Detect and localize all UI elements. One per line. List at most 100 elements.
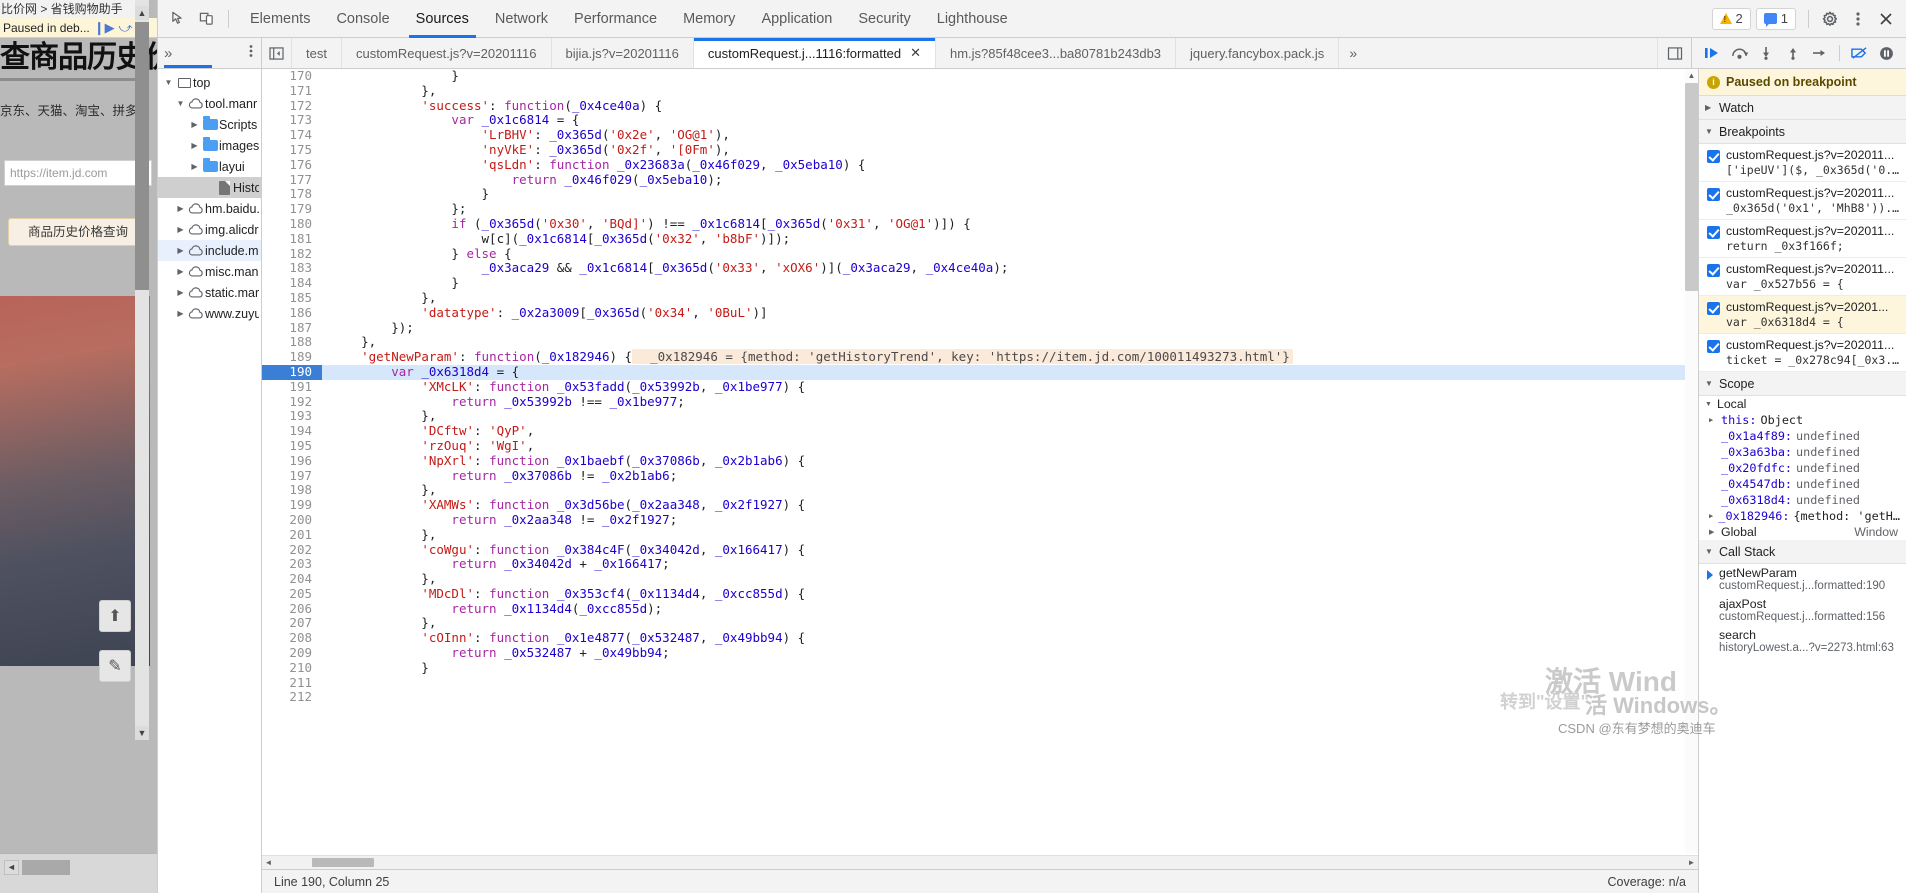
line-number[interactable]: 207	[262, 616, 322, 632]
close-tab-icon[interactable]: ✕	[910, 45, 921, 61]
chevron-right-icon[interactable]: ▶	[1709, 512, 1714, 520]
twisty-closed-icon[interactable]	[174, 225, 187, 234]
code-line[interactable]: 202 'coWgu': function _0x384c4F(_0x34042…	[262, 542, 1698, 558]
file-tab-test[interactable]: test	[292, 38, 342, 68]
code-line[interactable]: 212	[262, 690, 1698, 706]
code-line[interactable]: 196 'NpXrl': function _0x1baebf(_0x37086…	[262, 453, 1698, 469]
inspect-element-icon[interactable]	[164, 6, 192, 32]
tab-network[interactable]: Network	[482, 0, 561, 38]
twisty-closed-icon[interactable]	[188, 162, 201, 171]
scope-section-header[interactable]: ▼ Scope	[1699, 372, 1906, 396]
breakpoint-checkbox[interactable]	[1707, 264, 1720, 277]
code-line[interactable]: 176 'qsLdn': function _0x23683a(_0x46f02…	[262, 157, 1698, 173]
warning-count-badge[interactable]: 2	[1711, 7, 1751, 30]
line-number[interactable]: 211	[262, 675, 322, 691]
scope-variable-row[interactable]: _0x20fdfc: undefined	[1699, 460, 1906, 476]
line-number[interactable]: 212	[262, 690, 322, 706]
back-to-top-icon[interactable]: ⬆	[99, 600, 131, 632]
line-number[interactable]: 184	[262, 275, 322, 291]
code-line[interactable]: 170 }	[262, 69, 1698, 84]
line-number[interactable]: 195	[262, 438, 322, 454]
code-line[interactable]: 190 var _0x6318d4 = {	[262, 364, 1698, 380]
line-number[interactable]: 179	[262, 201, 322, 217]
code-line[interactable]: 180 if (_0x365d('0x30', 'BQd]') !== _0x1…	[262, 216, 1698, 232]
deactivate-breakpoints-button[interactable]	[1847, 41, 1871, 65]
line-number[interactable]: 173	[262, 113, 322, 129]
code-line[interactable]: 210 }	[262, 660, 1698, 676]
price-history-query-button[interactable]: 商品历史价格查询	[8, 218, 148, 246]
code-line[interactable]: 201 },	[262, 527, 1698, 543]
breakpoint-item[interactable]: customRequest.js?v=202011... _0x365d('0x1…	[1699, 182, 1906, 220]
twisty-closed-icon[interactable]	[174, 309, 187, 318]
file-tab-jquery-fancybox[interactable]: jquery.fancybox.pack.js	[1176, 38, 1340, 68]
page-hscroll-thumb[interactable]	[22, 860, 70, 875]
breakpoint-checkbox[interactable]	[1707, 340, 1720, 353]
watch-section-header[interactable]: ▶ Watch	[1699, 96, 1906, 120]
line-number[interactable]: 206	[262, 601, 322, 617]
breakpoint-item[interactable]: customRequest.js?v=202011... var _0x527b5…	[1699, 258, 1906, 296]
hscroll-thumb[interactable]	[312, 858, 374, 867]
twisty-open-icon[interactable]	[174, 99, 187, 108]
line-number[interactable]: 175	[262, 142, 322, 158]
code-line[interactable]: 179 };	[262, 201, 1698, 217]
scope-variable-row[interactable]: _0x6318d4: undefined	[1699, 492, 1906, 508]
pencil-icon[interactable]: ✎	[99, 650, 131, 682]
tree-item-img-alicdn[interactable]: img.alicdr	[158, 219, 261, 240]
breakpoints-section-header[interactable]: ▼ Breakpoints	[1699, 120, 1906, 144]
dock-side-icon[interactable]	[1657, 38, 1691, 68]
line-number[interactable]: 180	[262, 216, 322, 232]
breakpoint-item[interactable]: customRequest.js?v=202011... ticket = _0x…	[1699, 334, 1906, 372]
line-number[interactable]: 189	[262, 349, 322, 365]
tree-item-static-mar[interactable]: static.mar	[158, 282, 261, 303]
page-scrollbar-thumb[interactable]	[135, 22, 149, 290]
navigator-kebab-menu-icon[interactable]	[249, 44, 253, 62]
line-number[interactable]: 197	[262, 468, 322, 484]
code-line[interactable]: 172 'success': function(_0x4ce40a) {	[262, 98, 1698, 114]
tab-security[interactable]: Security	[845, 0, 923, 38]
code-line[interactable]: 187 });	[262, 320, 1698, 336]
line-number[interactable]: 172	[262, 98, 322, 114]
line-number[interactable]: 194	[262, 423, 322, 439]
code-line[interactable]: 188 },	[262, 335, 1698, 351]
breakpoint-item[interactable]: customRequest.js?v=20201... var _0x6318d4…	[1699, 296, 1906, 334]
device-toolbar-icon[interactable]	[192, 6, 220, 32]
tree-item-hm-baidu[interactable]: hm.baidu.	[158, 198, 261, 219]
twisty-closed-icon[interactable]	[174, 246, 187, 255]
tree-item-misc-man[interactable]: misc.man	[158, 261, 261, 282]
line-number[interactable]: 181	[262, 231, 322, 247]
code-line[interactable]: 206 return _0x1134d4(_0xcc855d);	[262, 601, 1698, 617]
gear-icon[interactable]	[1816, 6, 1844, 32]
line-number[interactable]: 174	[262, 127, 322, 143]
chevrons-right-icon[interactable]: »	[164, 45, 172, 62]
source-code-view[interactable]: 170 } 171 }, 172 'success': function(_0x4c…	[262, 69, 1698, 855]
line-number[interactable]: 198	[262, 483, 322, 499]
tab-sources[interactable]: Sources	[403, 0, 482, 38]
tab-performance[interactable]: Performance	[561, 0, 670, 38]
line-number[interactable]: 186	[262, 305, 322, 321]
tree-item-images[interactable]: images	[158, 135, 261, 156]
code-line[interactable]: 173 var _0x1c6814 = {	[262, 112, 1698, 129]
code-line[interactable]: 182 } else {	[262, 246, 1698, 262]
chevron-right-icon[interactable]: ▶	[1709, 416, 1717, 424]
twisty-closed-icon[interactable]	[174, 288, 187, 297]
close-icon[interactable]	[1872, 6, 1900, 32]
line-number[interactable]: 182	[262, 246, 322, 262]
code-line[interactable]: 184 }	[262, 275, 1698, 291]
code-line[interactable]: 193 },	[262, 409, 1698, 425]
code-line[interactable]: 211	[262, 675, 1698, 691]
line-number[interactable]: 191	[262, 379, 322, 395]
tab-lighthouse[interactable]: Lighthouse	[924, 0, 1021, 38]
tree-item-include-m[interactable]: include.m	[158, 240, 261, 261]
file-tab-hm-js[interactable]: hm.js?85f48cee3...ba80781b243db3	[935, 38, 1177, 68]
file-tab-customrequest[interactable]: customRequest.js?v=20201116	[341, 38, 552, 68]
line-number[interactable]: 208	[262, 630, 322, 647]
code-line[interactable]: 199 'XAMWs': function _0x3d56be(_0x2aa34…	[262, 497, 1698, 513]
hscroll-right-arrow-icon[interactable]: ►	[1685, 858, 1698, 867]
code-line[interactable]: 207 },	[262, 616, 1698, 632]
hscroll-left-arrow-icon[interactable]: ◄	[262, 858, 275, 867]
twisty-closed-icon[interactable]	[188, 141, 201, 150]
twisty-open-icon[interactable]	[162, 78, 175, 87]
message-count-badge[interactable]: 1	[1755, 7, 1796, 30]
line-number[interactable]: 202	[262, 542, 322, 558]
code-line[interactable]: 192 return _0x53992b !== _0x1be977;	[262, 394, 1698, 410]
